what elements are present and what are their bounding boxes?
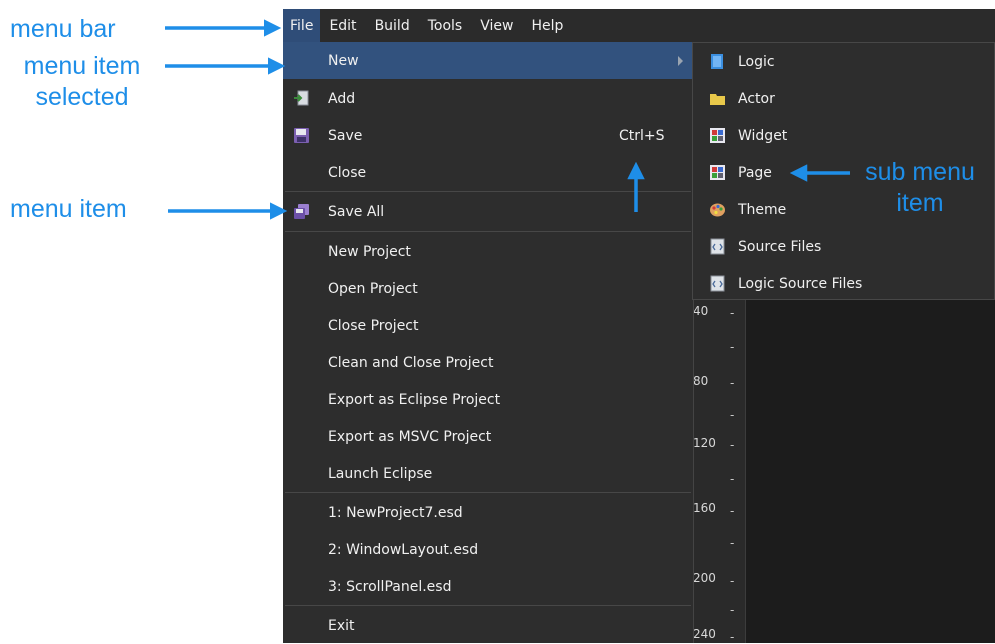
- submenu-item-source-files[interactable]: Source Files: [693, 228, 994, 265]
- submenu-item-actor[interactable]: Actor: [693, 80, 994, 117]
- menu-item-label: Close Project: [328, 317, 419, 334]
- annotation-sub-menu-item-line2: item: [896, 189, 944, 217]
- menu-item-close-project[interactable]: Close Project: [283, 307, 693, 344]
- menu-item-add[interactable]: Add: [283, 80, 693, 117]
- submenu-item-label: Widget: [738, 127, 788, 144]
- menu-item-label: Launch Eclipse: [328, 465, 433, 482]
- annotation-menu-item-selected: menu item selected: [8, 52, 156, 111]
- submenu-item-logic-source-files[interactable]: Logic Source Files: [693, 265, 994, 302]
- menu-item-label: Save: [328, 127, 363, 144]
- ruler-tick: -: [730, 438, 735, 452]
- floppy-disk-icon: [293, 127, 310, 144]
- file-menu: New Add Save Ctrl+S Close Save All New P…: [283, 42, 694, 643]
- menu-item-label: New Project: [328, 243, 411, 260]
- menu-item-save[interactable]: Save Ctrl+S: [283, 117, 693, 154]
- menu-item-export-msvc[interactable]: Export as MSVC Project: [283, 418, 693, 455]
- menu-item-recent-file[interactable]: 3: ScrollPanel.esd: [283, 568, 693, 605]
- source-file-icon: [709, 275, 726, 292]
- folder-icon: [709, 90, 726, 107]
- menubar-build[interactable]: Build: [366, 9, 419, 42]
- save-all-icon: [293, 203, 310, 220]
- menu-item-exit[interactable]: Exit: [283, 607, 693, 644]
- menu-item-label: Export as MSVC Project: [328, 428, 492, 445]
- menubar-tools[interactable]: Tools: [419, 9, 472, 42]
- vertical-ruler: 40 - - 80 - - 120 - - 160 - - 200 - - 24…: [693, 300, 746, 644]
- ruler-tick: -: [730, 408, 735, 422]
- menu-item-new-project[interactable]: New Project: [283, 233, 693, 270]
- annotation-menu-item-selected-line2: selected: [35, 83, 129, 111]
- menu-item-label: 2: WindowLayout.esd: [328, 541, 479, 558]
- annotation-menu-item-selected-line1: menu item: [23, 52, 141, 80]
- menu-item-recent-file[interactable]: 1: NewProject7.esd: [283, 494, 693, 531]
- ruler-tick: -: [730, 630, 735, 644]
- menu-item-close[interactable]: Close: [283, 154, 693, 191]
- ruler-tick-label: 80: [693, 374, 709, 388]
- ruler-tick: -: [730, 472, 735, 486]
- menu-item-open-project[interactable]: Open Project: [283, 270, 693, 307]
- submenu-item-label: Logic Source Files: [738, 275, 863, 292]
- ruler-tick-label: 160: [693, 501, 716, 515]
- logic-file-icon: [709, 53, 726, 70]
- page-icon: [709, 164, 726, 181]
- menu-item-label: Exit: [328, 617, 355, 634]
- menu-separator: [285, 492, 691, 493]
- submenu-item-label: Logic: [738, 53, 775, 70]
- menu-item-label: 1: NewProject7.esd: [328, 504, 463, 521]
- menu-item-recent-file[interactable]: 2: WindowLayout.esd: [283, 531, 693, 568]
- menu-item-label: Add: [328, 90, 356, 107]
- menu-item-export-eclipse[interactable]: Export as Eclipse Project: [283, 381, 693, 418]
- annotation-menu-item: menu item: [10, 195, 127, 223]
- menu-item-label: 3: ScrollPanel.esd: [328, 578, 452, 595]
- menu-bar: File Edit Build Tools View Help: [283, 9, 995, 43]
- submenu-item-label: Source Files: [738, 238, 822, 255]
- submenu-item-label: Theme: [738, 201, 787, 218]
- annotation-sub-menu-item: sub menu item: [850, 158, 990, 217]
- submenu-arrow-icon: [678, 56, 683, 66]
- menu-item-label: Export as Eclipse Project: [328, 391, 501, 408]
- menu-item-label: New: [328, 52, 359, 69]
- annotation-menu-bar: menu bar: [10, 15, 116, 43]
- menu-shortcut: Ctrl+S: [619, 127, 665, 144]
- source-file-icon: [709, 238, 726, 255]
- menu-separator: [285, 605, 691, 606]
- ruler-tick: -: [730, 536, 735, 550]
- ruler-tick-label: 120: [693, 436, 716, 450]
- menu-item-launch-eclipse[interactable]: Launch Eclipse: [283, 455, 693, 492]
- ruler-tick: -: [730, 504, 735, 518]
- ruler-tick: -: [730, 603, 735, 617]
- palette-icon: [709, 201, 726, 218]
- submenu-item-logic[interactable]: Logic: [693, 43, 994, 80]
- menubar-file[interactable]: File: [283, 9, 321, 42]
- submenu-item-label: Page: [738, 164, 772, 181]
- ruler-tick-label: 240: [693, 627, 716, 641]
- menu-separator: [285, 191, 691, 192]
- menu-item-label: Clean and Close Project: [328, 354, 494, 371]
- menubar-view[interactable]: View: [471, 9, 522, 42]
- widget-icon: [709, 127, 726, 144]
- ruler-tick: -: [730, 574, 735, 588]
- submenu-item-widget[interactable]: Widget: [693, 117, 994, 154]
- editor-canvas[interactable]: [746, 300, 995, 643]
- ruler-tick: -: [730, 340, 735, 354]
- add-file-icon: [293, 90, 310, 107]
- ruler-tick: -: [730, 306, 735, 320]
- menu-item-label: Save All: [328, 203, 385, 220]
- menu-item-label: Open Project: [328, 280, 418, 297]
- ruler-tick-label: 200: [693, 571, 716, 585]
- menu-item-label: Close: [328, 164, 367, 181]
- ruler-tick-label: 40: [693, 304, 709, 318]
- menubar-help[interactable]: Help: [522, 9, 572, 42]
- menu-item-save-all[interactable]: Save All: [283, 193, 693, 230]
- menu-separator: [285, 231, 691, 232]
- menubar-edit[interactable]: Edit: [320, 9, 365, 42]
- submenu-item-label: Actor: [738, 90, 775, 107]
- menu-item-clean-close-project[interactable]: Clean and Close Project: [283, 344, 693, 381]
- menu-item-new[interactable]: New: [283, 42, 693, 79]
- ruler-tick: -: [730, 376, 735, 390]
- annotation-sub-menu-item-line1: sub menu: [865, 158, 975, 186]
